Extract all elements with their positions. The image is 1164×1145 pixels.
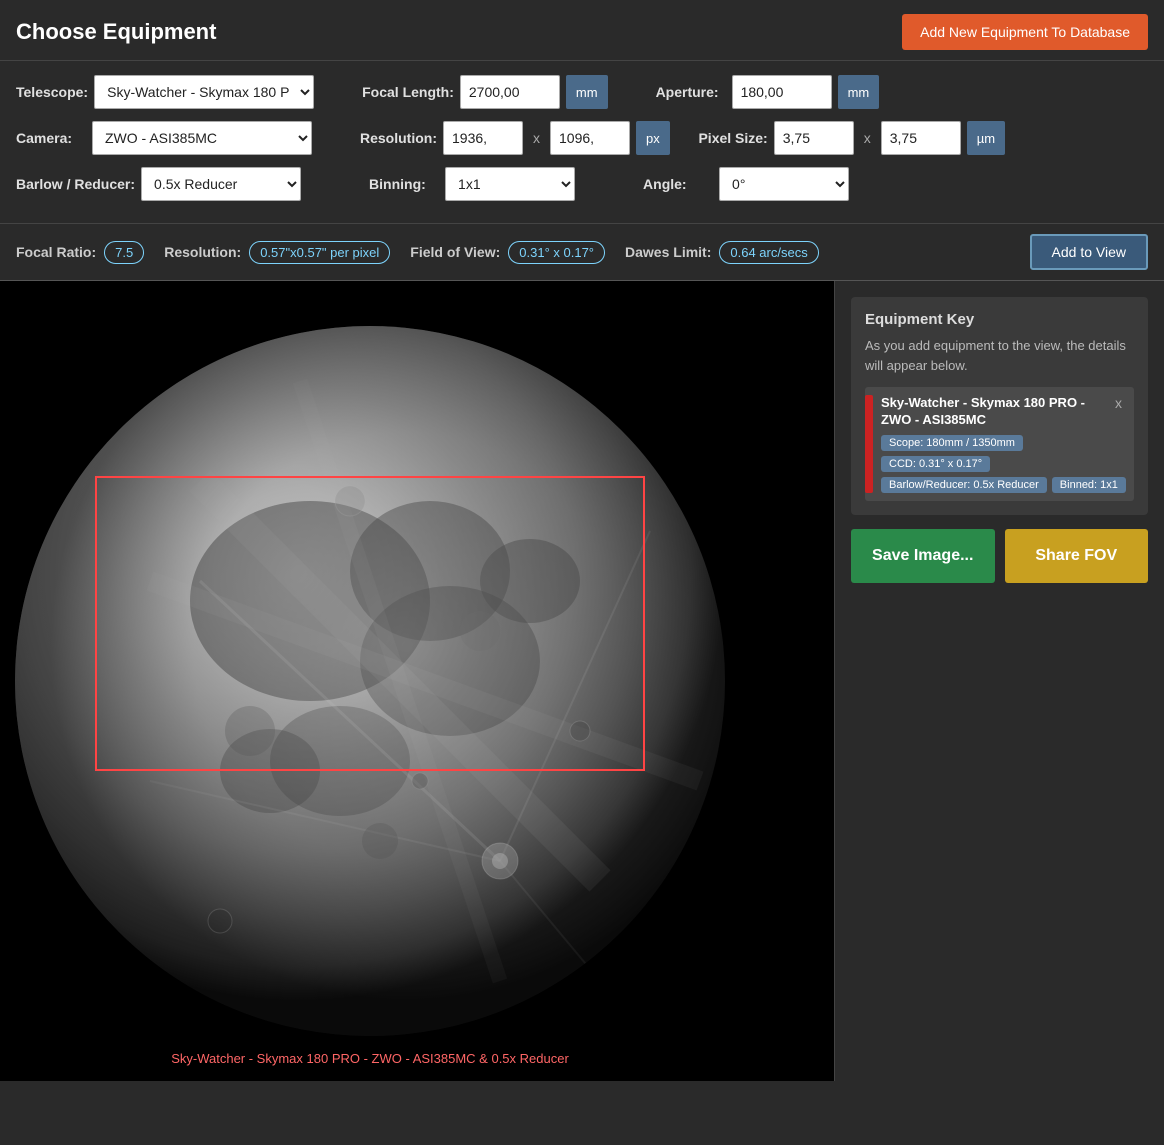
resolution-separator: x bbox=[529, 130, 544, 146]
top-bar: Choose Equipment Add New Equipment To Da… bbox=[0, 0, 1164, 61]
moon-overlay bbox=[15, 326, 725, 1036]
angle-select[interactable]: 0°90°180°270° bbox=[719, 167, 849, 201]
controls-panel: Telescope: Sky-Watcher - Skymax 180 PRO … bbox=[0, 61, 1164, 224]
resolution-stat: Resolution: 0.57"x0.57" per pixel bbox=[164, 241, 390, 264]
page-title: Choose Equipment bbox=[16, 19, 216, 45]
pixel-size-label: Pixel Size: bbox=[698, 130, 768, 146]
angle-label: Angle: bbox=[643, 176, 713, 192]
focal-length-group: Focal Length: mm bbox=[362, 75, 607, 109]
entry-tag-binned: Binned: 1x1 bbox=[1052, 477, 1126, 493]
resolution-y-input[interactable] bbox=[550, 121, 630, 155]
entry-tag-barlow: Barlow/Reducer: 0.5x Reducer bbox=[881, 477, 1047, 493]
resolution-stat-value: 0.57"x0.57" per pixel bbox=[249, 241, 390, 264]
entry-color-bar bbox=[865, 395, 873, 493]
barlow-label: Barlow / Reducer: bbox=[16, 176, 135, 192]
share-fov-button[interactable]: Share FOV bbox=[1005, 529, 1149, 583]
fov-label: Field of View: bbox=[410, 244, 500, 260]
sidebar: Equipment Key As you add equipment to th… bbox=[834, 281, 1164, 1081]
equipment-key-title: Equipment Key bbox=[865, 311, 1134, 328]
entry-header: Sky-Watcher - Skymax 180 PRO - ZWO - ASI… bbox=[881, 395, 1126, 429]
moon-svg bbox=[0, 281, 740, 1081]
resolution-stat-label: Resolution: bbox=[164, 244, 241, 260]
resolution-x-input[interactable] bbox=[443, 121, 523, 155]
resolution-unit: px bbox=[636, 121, 670, 155]
aperture-unit: mm bbox=[838, 75, 880, 109]
aperture-group: Aperture: mm bbox=[656, 75, 880, 109]
focal-ratio-label: Focal Ratio: bbox=[16, 244, 96, 260]
fov-stat: Field of View: 0.31° x 0.17° bbox=[410, 241, 605, 264]
add-new-equipment-button[interactable]: Add New Equipment To Database bbox=[902, 14, 1148, 50]
entry-content: Sky-Watcher - Skymax 180 PRO - ZWO - ASI… bbox=[881, 395, 1126, 493]
moon-canvas: Sky-Watcher - Skymax 180 PRO - ZWO - ASI… bbox=[0, 281, 740, 1081]
focal-ratio-value: 7.5 bbox=[104, 241, 144, 264]
dawes-label: Dawes Limit: bbox=[625, 244, 711, 260]
action-buttons: Save Image... Share FOV bbox=[851, 529, 1148, 583]
dawes-stat: Dawes Limit: 0.64 arc/secs bbox=[625, 241, 819, 264]
pixel-size-unit: µm bbox=[967, 121, 1005, 155]
equipment-key-panel: Equipment Key As you add equipment to th… bbox=[851, 297, 1148, 515]
camera-label: Camera: bbox=[16, 130, 86, 146]
pixel-size-y-input[interactable] bbox=[881, 121, 961, 155]
entry-tags: Scope: 180mm / 1350mm CCD: 0.31° x 0.17°… bbox=[881, 435, 1126, 493]
barlow-group: Barlow / Reducer: 0.5x ReducerNone2x Bar… bbox=[16, 167, 301, 201]
resolution-group: Resolution: x px bbox=[360, 121, 670, 155]
entry-name: Sky-Watcher - Skymax 180 PRO - ZWO - ASI… bbox=[881, 395, 1111, 429]
controls-row-2: Camera: ZWO - ASI385MC Resolution: x px … bbox=[16, 121, 1148, 155]
pixel-size-x-input[interactable] bbox=[774, 121, 854, 155]
pixel-size-separator: x bbox=[860, 130, 875, 146]
pixel-size-group: Pixel Size: x µm bbox=[698, 121, 1005, 155]
main-content: Sky-Watcher - Skymax 180 PRO - ZWO - ASI… bbox=[0, 281, 1164, 1081]
equipment-key-desc: As you add equipment to the view, the de… bbox=[865, 336, 1134, 375]
aperture-label: Aperture: bbox=[656, 84, 726, 100]
dawes-value: 0.64 arc/secs bbox=[719, 241, 818, 264]
controls-row-3: Barlow / Reducer: 0.5x ReducerNone2x Bar… bbox=[16, 167, 1148, 201]
fov-value: 0.31° x 0.17° bbox=[508, 241, 605, 264]
focal-ratio-stat: Focal Ratio: 7.5 bbox=[16, 241, 144, 264]
telescope-select[interactable]: Sky-Watcher - Skymax 180 PRO bbox=[94, 75, 314, 109]
focal-length-input[interactable] bbox=[460, 75, 560, 109]
angle-group: Angle: 0°90°180°270° bbox=[643, 167, 849, 201]
camera-select[interactable]: ZWO - ASI385MC bbox=[92, 121, 312, 155]
telescope-group: Telescope: Sky-Watcher - Skymax 180 PRO bbox=[16, 75, 314, 109]
binning-select[interactable]: 1x12x23x3 bbox=[445, 167, 575, 201]
save-image-button[interactable]: Save Image... bbox=[851, 529, 995, 583]
entry-tag-ccd: CCD: 0.31° x 0.17° bbox=[881, 456, 990, 472]
image-area: Sky-Watcher - Skymax 180 PRO - ZWO - ASI… bbox=[0, 281, 834, 1081]
binning-label: Binning: bbox=[369, 176, 439, 192]
entry-close-button[interactable]: x bbox=[1111, 395, 1126, 411]
barlow-select[interactable]: 0.5x ReducerNone2x Barlow bbox=[141, 167, 301, 201]
fov-label: Sky-Watcher - Skymax 180 PRO - ZWO - ASI… bbox=[171, 1051, 569, 1066]
telescope-label: Telescope: bbox=[16, 84, 88, 100]
camera-group: Camera: ZWO - ASI385MC bbox=[16, 121, 312, 155]
stats-row: Focal Ratio: 7.5 Resolution: 0.57"x0.57"… bbox=[0, 224, 1164, 281]
focal-length-unit: mm bbox=[566, 75, 608, 109]
equipment-entry: Sky-Watcher - Skymax 180 PRO - ZWO - ASI… bbox=[865, 387, 1134, 501]
add-to-view-button[interactable]: Add to View bbox=[1030, 234, 1148, 270]
binning-group: Binning: 1x12x23x3 bbox=[369, 167, 575, 201]
focal-length-label: Focal Length: bbox=[362, 84, 454, 100]
entry-tag-scope: Scope: 180mm / 1350mm bbox=[881, 435, 1023, 451]
controls-row-1: Telescope: Sky-Watcher - Skymax 180 PRO … bbox=[16, 75, 1148, 109]
aperture-input[interactable] bbox=[732, 75, 832, 109]
resolution-label: Resolution: bbox=[360, 130, 437, 146]
